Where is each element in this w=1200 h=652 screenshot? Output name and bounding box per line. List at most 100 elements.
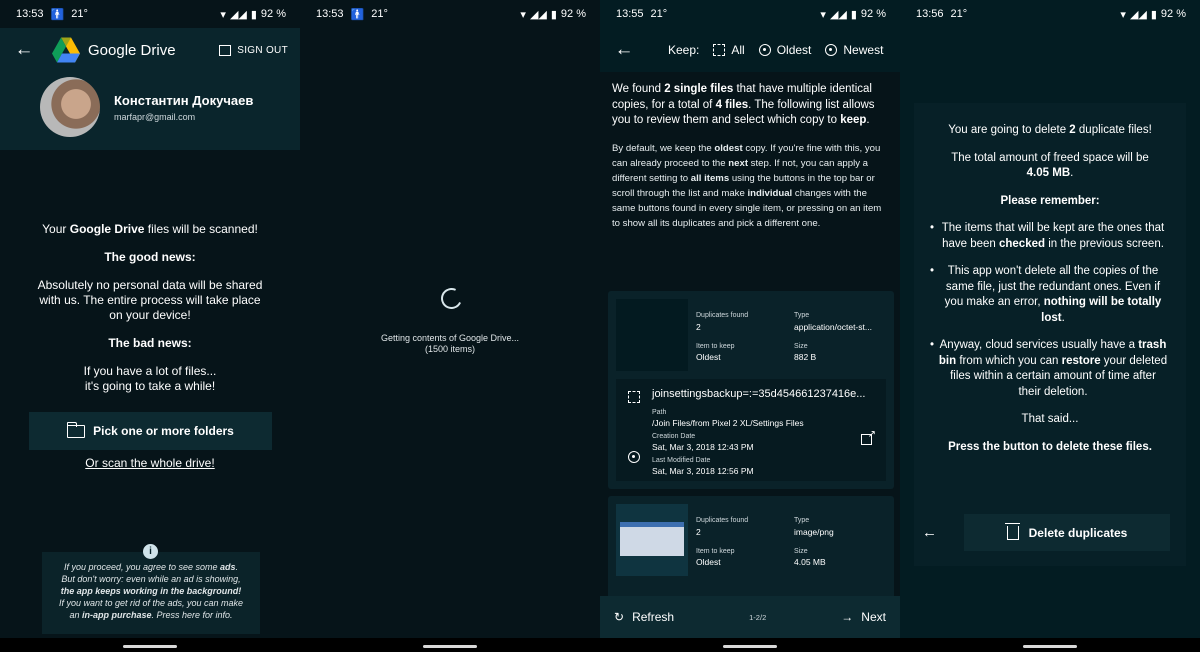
freed-space: The total amount of freed space will be 4… bbox=[932, 151, 1168, 182]
intro-text: We found 2 single files that have multip… bbox=[600, 72, 900, 129]
size-label: Size bbox=[794, 343, 808, 350]
freed-space-c: . bbox=[1070, 167, 1074, 179]
refresh-button[interactable]: ↻ Refresh bbox=[614, 610, 674, 624]
status-bar: 13:56 21° ▾ ◢◢ ▮ 92 % bbox=[900, 0, 1200, 28]
type-label: Type bbox=[794, 517, 810, 524]
created-value: Sat, Mar 3, 2018 12:43 PM bbox=[652, 442, 754, 452]
type-value: image/png bbox=[794, 527, 834, 537]
home-handle[interactable] bbox=[423, 645, 477, 648]
freed-space-a: The total amount of freed space will be bbox=[951, 151, 1149, 164]
intro-f: keep bbox=[840, 114, 867, 126]
oldest-marker-icon bbox=[628, 451, 640, 463]
size-label: Size bbox=[794, 548, 808, 555]
loading-line1: Getting contents of Google Drive... bbox=[380, 333, 520, 343]
arrow-right-icon: → bbox=[841, 610, 854, 624]
duplicates-list[interactable]: We found 2 single files that have multip… bbox=[600, 72, 900, 606]
google-drive-logo bbox=[52, 37, 80, 63]
user-name: Константин Докучаев bbox=[114, 92, 254, 108]
back-arrow-icon[interactable]: ← bbox=[12, 38, 36, 62]
wifi-icon: ▾ bbox=[220, 8, 226, 21]
open-external-icon[interactable] bbox=[861, 429, 876, 445]
home-handle[interactable] bbox=[123, 645, 177, 648]
keep-item-value: Oldest bbox=[696, 352, 721, 362]
summary-c: duplicate files! bbox=[1075, 124, 1152, 136]
good-news-text: Absolutely no personal data will be shar… bbox=[37, 278, 263, 322]
unchecked-icon[interactable] bbox=[628, 391, 640, 403]
b3-d: restore bbox=[1061, 354, 1101, 367]
scan-intro-a: Your bbox=[42, 222, 70, 236]
press-button-text: Press the button to delete these files. bbox=[948, 440, 1152, 453]
scan-whole-drive-link[interactable]: Or scan the whole drive! bbox=[0, 456, 300, 470]
status-time: 13:53 bbox=[316, 8, 344, 20]
keep-all-label: All bbox=[731, 43, 745, 57]
ads-line5-a: an bbox=[69, 610, 82, 620]
person-icon: 🚹 bbox=[50, 8, 65, 21]
ads-line2: But don't worry: even while an ad is sho… bbox=[61, 574, 241, 584]
bottom-bar: ↻ Refresh 1-2/2 → Next bbox=[600, 596, 900, 638]
screen-confirm-delete: 13:56 21° ▾ ◢◢ ▮ 92 % You are going to delet… bbox=[900, 0, 1200, 652]
oldest-icon bbox=[758, 44, 771, 56]
that-said: That said... bbox=[1021, 413, 1079, 425]
freed-space-value: 4.05 MB bbox=[1026, 167, 1071, 179]
person-icon: 🚹 bbox=[350, 8, 365, 21]
exit-icon bbox=[219, 44, 232, 56]
screen-review: 13:55 21° ▾ ◢◢ ▮ 92 % ← Keep: All Oldest New… bbox=[600, 0, 900, 652]
screen-welcome: 13:53 🚹 21° ▾ ◢◢ ▮ 92 % ← Google Drive SIGN O… bbox=[0, 0, 300, 652]
wifi-icon: ▾ bbox=[520, 8, 526, 21]
status-bar: 13:55 21° ▾ ◢◢ ▮ 92 % bbox=[600, 0, 900, 28]
pick-folders-label: Pick one or more folders bbox=[93, 424, 234, 438]
dup-label: Duplicates found bbox=[696, 312, 749, 319]
type-label: Type bbox=[794, 312, 810, 319]
back-arrow-icon[interactable]: ← bbox=[612, 38, 636, 62]
b3-c: from which you can bbox=[956, 354, 1062, 367]
file-thumbnail bbox=[616, 504, 688, 576]
account-header: ← Google Drive SIGN OUT Константин Докуч… bbox=[0, 28, 300, 150]
status-time: 13:55 bbox=[616, 8, 644, 20]
status-bar: 13:53 🚹 21° ▾ ◢◢ ▮ 92 % bbox=[0, 0, 300, 28]
keep-item-value: Oldest bbox=[696, 557, 721, 567]
bad-news-text: If you have a lot of files... it's going … bbox=[0, 364, 300, 394]
bad-news-line2: it's going to take a while! bbox=[84, 379, 216, 393]
info-icon: i bbox=[143, 544, 158, 559]
loading-spinner-icon bbox=[438, 285, 465, 312]
status-battery: 92 % bbox=[1160, 8, 1186, 20]
signal-icon: ◢◢ bbox=[529, 8, 547, 21]
signal-icon: ◢◢ bbox=[229, 8, 247, 21]
delete-duplicates-button[interactable]: Delete duplicates bbox=[964, 514, 1170, 551]
file-copy-row[interactable]: joinsettingsbackup=:=35d454661237416e...… bbox=[616, 379, 886, 481]
status-temp: 21° bbox=[71, 8, 88, 20]
refresh-label: Refresh bbox=[632, 610, 675, 624]
battery-icon: ▮ bbox=[550, 8, 557, 21]
pick-folders-button[interactable]: Pick one or more folders bbox=[29, 412, 272, 450]
keep-newest-button[interactable]: Newest bbox=[825, 43, 883, 57]
delete-duplicates-label: Delete duplicates bbox=[1028, 525, 1128, 540]
user-email: marfapr@gmail.com bbox=[114, 111, 196, 122]
remember-title: Please remember: bbox=[1000, 194, 1100, 207]
instr-a: By default, we keep the bbox=[612, 142, 715, 154]
refresh-icon: ↻ bbox=[614, 610, 625, 624]
user-info: Константин Докучаев marfapr@gmail.com bbox=[0, 77, 300, 137]
intro-d: 4 files bbox=[715, 98, 749, 111]
modified-value: Sat, Mar 3, 2018 12:56 PM bbox=[652, 466, 754, 476]
keep-oldest-button[interactable]: Oldest bbox=[758, 43, 811, 57]
keep-toolbar: ← Keep: All Oldest Newest bbox=[600, 28, 900, 72]
home-handle[interactable] bbox=[1023, 645, 1077, 648]
delete-summary: You are going to delete 2 duplicate file… bbox=[932, 123, 1168, 139]
bad-news-title: The bad news: bbox=[108, 336, 192, 350]
battery-icon: ▮ bbox=[1150, 8, 1157, 21]
duplicate-card[interactable]: Duplicates found 2 Type application/octe… bbox=[608, 291, 894, 489]
dup-value: 2 bbox=[696, 527, 701, 537]
scan-intro-c: files will be scanned! bbox=[144, 222, 258, 236]
back-arrow-icon[interactable]: ← bbox=[922, 524, 937, 541]
ads-notice[interactable]: If you proceed, you agree to see some ad… bbox=[42, 552, 260, 634]
ads-line3: the app keeps working in the background! bbox=[60, 586, 242, 596]
intro-a: We found bbox=[612, 83, 665, 95]
home-handle[interactable] bbox=[723, 645, 777, 648]
keep-all-button[interactable]: All bbox=[713, 43, 745, 57]
sign-out-button[interactable]: SIGN OUT bbox=[219, 44, 288, 56]
next-button[interactable]: → Next bbox=[841, 610, 886, 624]
duplicate-card[interactable]: Duplicates found 2 Type image/png Item t… bbox=[608, 496, 894, 606]
intro-b: 2 single files bbox=[664, 83, 734, 95]
status-battery: 92 % bbox=[560, 8, 586, 20]
file-name: joinsettingsbackup=:=35d454661237416e... bbox=[652, 388, 866, 400]
